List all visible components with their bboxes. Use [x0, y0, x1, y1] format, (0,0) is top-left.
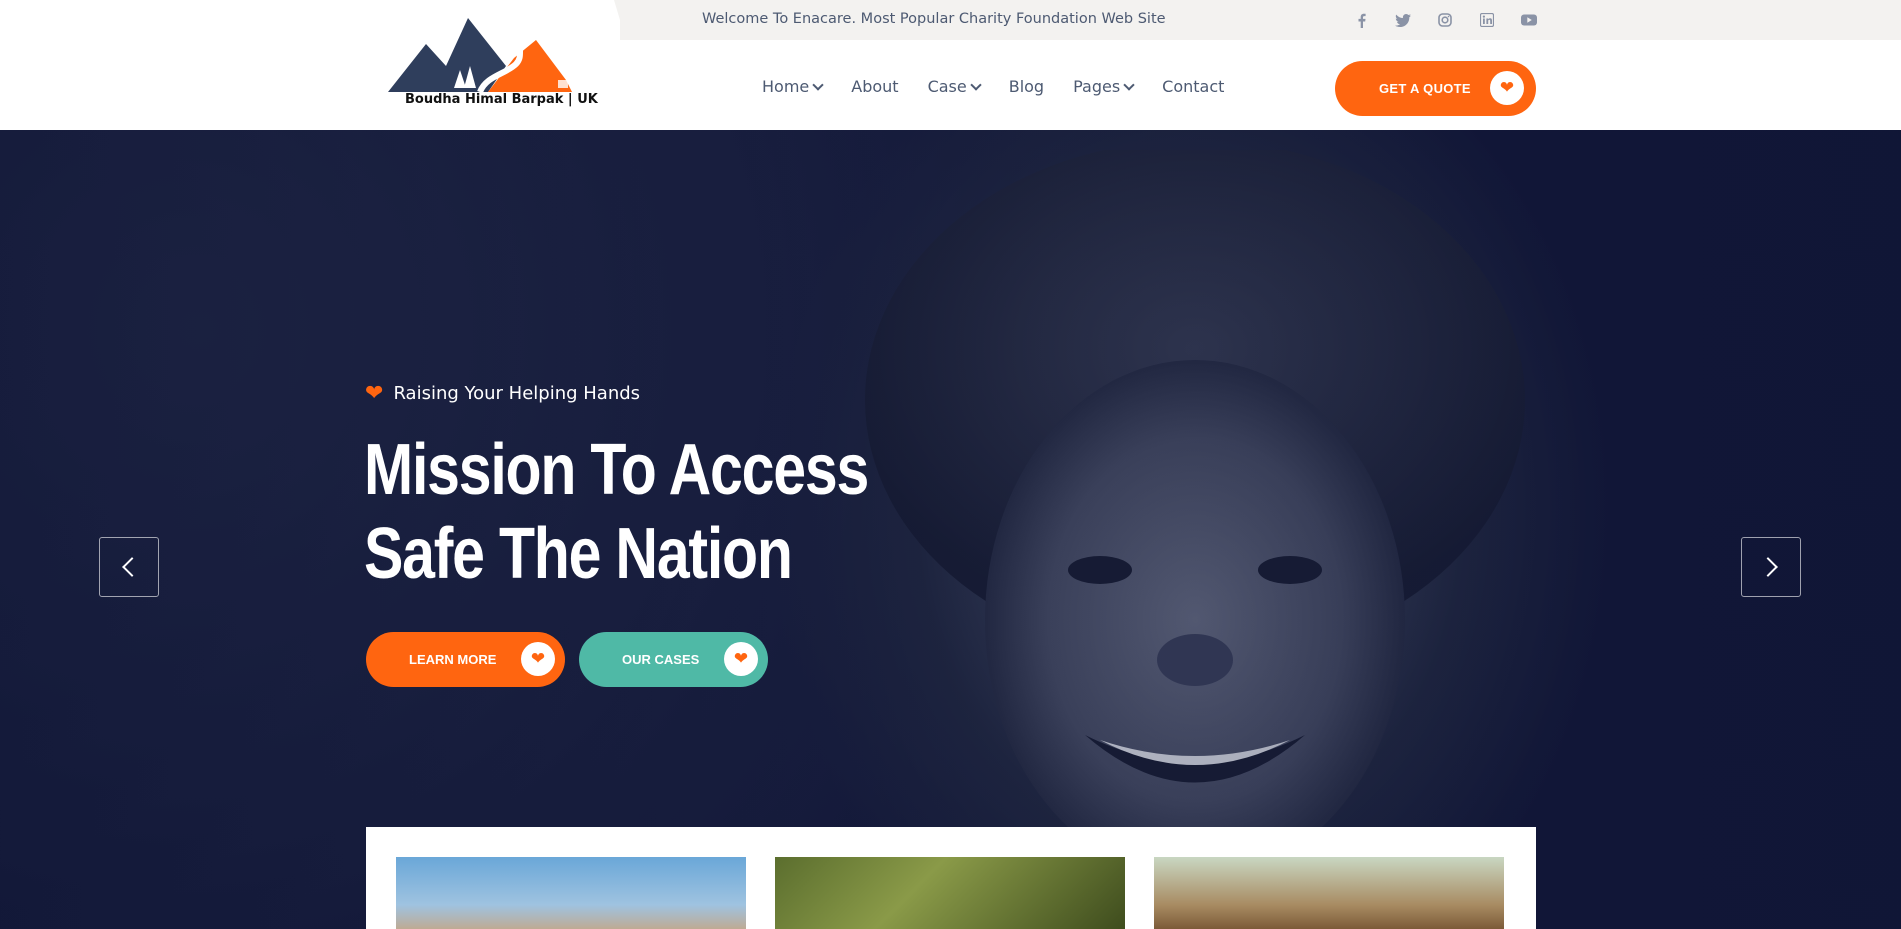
logo-text: Boudha Himal Barpak | UK	[405, 92, 598, 107]
nav-home-label: Home	[762, 77, 810, 96]
youtube-icon[interactable]	[1518, 9, 1540, 31]
nav-case-label: Case	[927, 77, 967, 96]
main-nav: Home About Case Blog Pages Contact	[762, 77, 1224, 96]
get-a-quote-button[interactable]: GET A QUOTE ❤	[1335, 61, 1536, 116]
hero-title: Mission To Access Safe The Nation	[364, 428, 869, 596]
learn-more-button[interactable]: LEARN MORE ❤	[366, 632, 565, 687]
instagram-icon[interactable]	[1434, 9, 1456, 31]
nav-pages[interactable]: Pages	[1073, 77, 1135, 96]
slider-prev-button[interactable]	[99, 537, 159, 597]
hero-overlay	[0, 130, 1901, 929]
welcome-text: Welcome To Enacare. Most Popular Charity…	[702, 11, 1166, 27]
social-links	[1350, 9, 1540, 31]
case-card-image[interactable]	[775, 857, 1125, 929]
chevron-right-icon	[1758, 557, 1778, 577]
learn-more-label: LEARN MORE	[409, 652, 497, 667]
nav-about-label: About	[851, 77, 899, 96]
nav-contact-label: Contact	[1162, 77, 1225, 96]
nav-blog-label: Blog	[1008, 77, 1045, 96]
cases-cards-section	[366, 827, 1536, 929]
nav-case[interactable]: Case	[927, 77, 982, 96]
hero-tagline-text: Raising Your Helping Hands	[393, 383, 641, 404]
get-a-quote-label: GET A QUOTE	[1379, 81, 1471, 96]
slider-next-button[interactable]	[1741, 537, 1801, 597]
nav-blog[interactable]: Blog	[1009, 77, 1044, 96]
twitter-icon[interactable]	[1392, 9, 1414, 31]
chevron-down-icon	[812, 78, 824, 91]
our-cases-label: OUR CASES	[622, 652, 700, 667]
chevron-down-icon	[970, 78, 982, 91]
hero-title-line1: Mission To Access	[364, 430, 869, 510]
linkedin-icon[interactable]	[1476, 9, 1498, 31]
heart-icon: ❤	[1490, 71, 1524, 105]
our-cases-button[interactable]: OUR CASES ❤	[579, 632, 768, 687]
nav-about[interactable]: About	[851, 77, 898, 96]
facebook-icon[interactable]	[1350, 9, 1372, 31]
chevron-down-icon	[1123, 78, 1135, 91]
hero-slider: ❤ Raising Your Helping Hands Mission To …	[0, 130, 1901, 929]
heart-icon: ❤	[724, 642, 758, 676]
case-card-image[interactable]	[1154, 857, 1504, 929]
nav-contact[interactable]: Contact	[1162, 77, 1224, 96]
hero-title-line2: Safe The Nation	[364, 514, 793, 594]
heart-icon: ❤	[365, 381, 384, 406]
chevron-left-icon	[122, 557, 142, 577]
nav-home[interactable]: Home	[762, 77, 824, 96]
nav-pages-label: Pages	[1073, 77, 1121, 96]
case-card-image[interactable]	[396, 857, 746, 929]
hero-tagline: ❤ Raising Your Helping Hands	[365, 381, 640, 406]
heart-icon: ❤	[521, 642, 555, 676]
